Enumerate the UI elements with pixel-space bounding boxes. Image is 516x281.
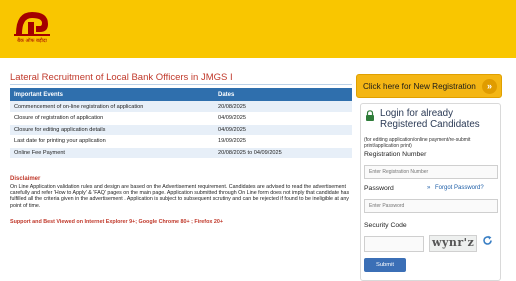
browser-support-note: Support and Best Viewed on Internet Expl… — [10, 219, 224, 225]
logo-text: बैंक ऑफ बड़ौदा — [17, 38, 47, 44]
event-name: Last date for printing your application — [10, 135, 214, 148]
password-input[interactable] — [364, 199, 498, 213]
header-bar: बैंक ऑफ बड़ौदा — [0, 0, 516, 58]
event-name: Closure for editing application details — [10, 124, 214, 136]
forgot-password-link[interactable]: Forgot Password? — [435, 185, 484, 191]
event-date: 19/09/2025 — [214, 135, 352, 148]
submit-button[interactable]: Submit — [364, 258, 406, 272]
security-code-label: Security Code — [364, 222, 407, 229]
registration-number-input[interactable] — [364, 165, 498, 179]
login-title-line1: Login for already — [380, 108, 453, 119]
column-header-events: Important Events — [10, 88, 214, 101]
login-title: Login for already Registered Candidates — [380, 108, 480, 130]
registration-number-label: Registration Number — [364, 151, 427, 158]
event-date: 04/09/2025 — [214, 112, 352, 125]
event-date: 20/08/2025 — [214, 101, 352, 113]
page-title: Lateral Recruitment of Local Bank Office… — [10, 72, 233, 83]
table-row: Closure for editing application details … — [10, 124, 352, 136]
title-divider — [10, 84, 352, 85]
disclaimer-text: On Line Application validation rules and… — [10, 184, 350, 209]
login-title-line2: Registered Candidates — [380, 119, 480, 130]
table-row: Closure of registration of application 0… — [10, 112, 352, 125]
new-registration-button[interactable]: Click here for New Registration » — [356, 74, 502, 98]
arrow-right-icon: » — [427, 185, 431, 191]
table-row: Last date for printing your application … — [10, 135, 352, 148]
table-row: Commencement of on-line registration of … — [10, 101, 352, 113]
login-subtitle: (for editing application/online payment/… — [364, 137, 471, 149]
disclaimer-heading: Disclaimer — [10, 176, 41, 182]
event-name: Commencement of on-line registration of … — [10, 101, 214, 113]
table-row: Online Fee Payment 20/08/2025 to 04/09/2… — [10, 147, 352, 159]
double-chevron-right-icon: » — [482, 79, 497, 94]
event-date: 20/08/2025 to 04/09/2025 — [214, 147, 352, 159]
refresh-icon[interactable] — [482, 235, 493, 246]
password-label: Password — [364, 185, 394, 192]
event-date: 04/09/2025 — [214, 124, 352, 136]
captcha-text: wynr'z — [432, 236, 475, 249]
column-header-dates: Dates — [214, 88, 352, 101]
event-name: Closure of registration of application — [10, 112, 214, 125]
event-name: Online Fee Payment — [10, 147, 214, 159]
lock-icon — [366, 110, 374, 121]
security-code-input[interactable] — [364, 236, 424, 252]
new-registration-label: Click here for New Registration — [363, 82, 476, 91]
table-header-row: Important Events Dates — [10, 88, 352, 101]
important-events-table: Important Events Dates Commencement of o… — [10, 88, 352, 159]
